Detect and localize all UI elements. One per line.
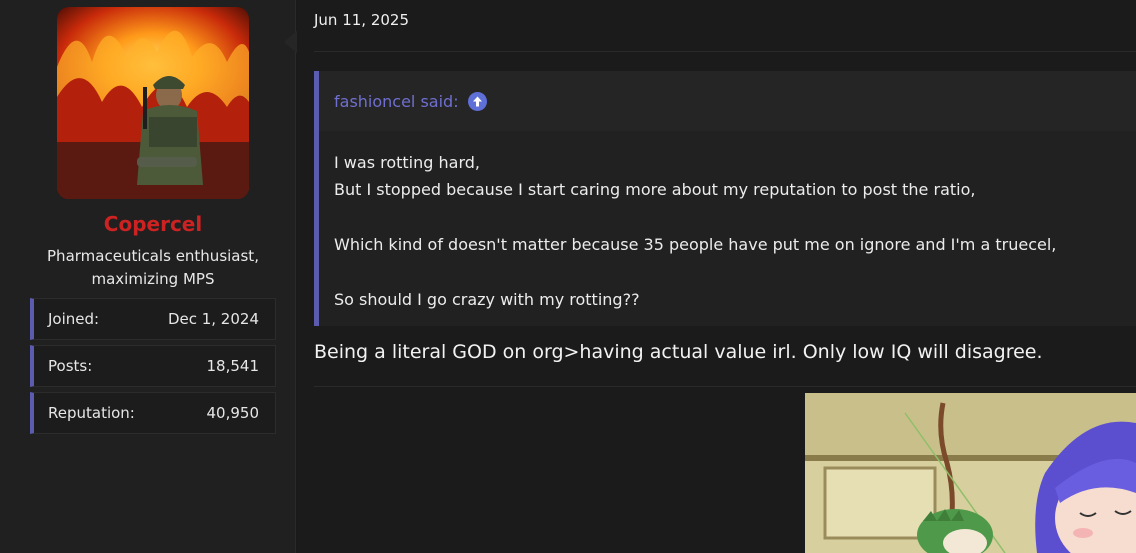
quote-header: fashioncel said: — [319, 71, 1136, 131]
stat-label: Joined: — [48, 310, 100, 328]
quote-line: Which kind of doesn't matter because 35 … — [334, 235, 1057, 254]
post-message: Being a literal GOD on org>having actual… — [314, 341, 1043, 363]
quote-line: But I stopped because I start caring mor… — [334, 180, 976, 199]
quote-block: fashioncel said: I was rotting hard, But… — [314, 71, 1136, 326]
stat-label: Reputation: — [48, 404, 135, 422]
user-avatar[interactable] — [57, 7, 249, 199]
stat-value: 40,950 — [206, 404, 260, 422]
user-title: Pharmaceuticals enthusiast, maximizing M… — [47, 247, 259, 288]
divider — [314, 386, 1136, 387]
user-sidebar: Copercel Pharmaceuticals enthusiast, max… — [0, 0, 296, 553]
stat-value: Dec 1, 2024 — [167, 310, 259, 328]
forum-post: Copercel Pharmaceuticals enthusiast, max… — [0, 0, 1136, 553]
stat-joined: Joined: Dec 1, 2024 — [30, 298, 276, 340]
post-attached-image[interactable] — [805, 393, 1136, 553]
divider — [314, 51, 1136, 52]
post-date[interactable]: Jun 11, 2025 — [314, 11, 409, 29]
arrow-up-circle-icon[interactable] — [467, 91, 487, 111]
quote-author-link[interactable]: fashioncel said: — [334, 92, 459, 111]
stat-reputation: Reputation: 40,950 — [30, 392, 276, 434]
stat-value[interactable]: 18,541 — [207, 357, 260, 375]
quote-text: I was rotting hard, But I stopped becaus… — [334, 149, 1124, 313]
quote-line: So should I go crazy with my rotting?? — [334, 290, 640, 309]
post-pointer-arrow — [284, 30, 298, 54]
stat-label: Posts: — [48, 357, 93, 375]
username[interactable]: Copercel — [0, 212, 306, 236]
stat-posts: Posts: 18,541 — [30, 345, 276, 387]
quote-line: I was rotting hard, — [334, 153, 480, 172]
post-content: Jun 11, 2025 fashioncel said: I was rott… — [297, 0, 1136, 553]
